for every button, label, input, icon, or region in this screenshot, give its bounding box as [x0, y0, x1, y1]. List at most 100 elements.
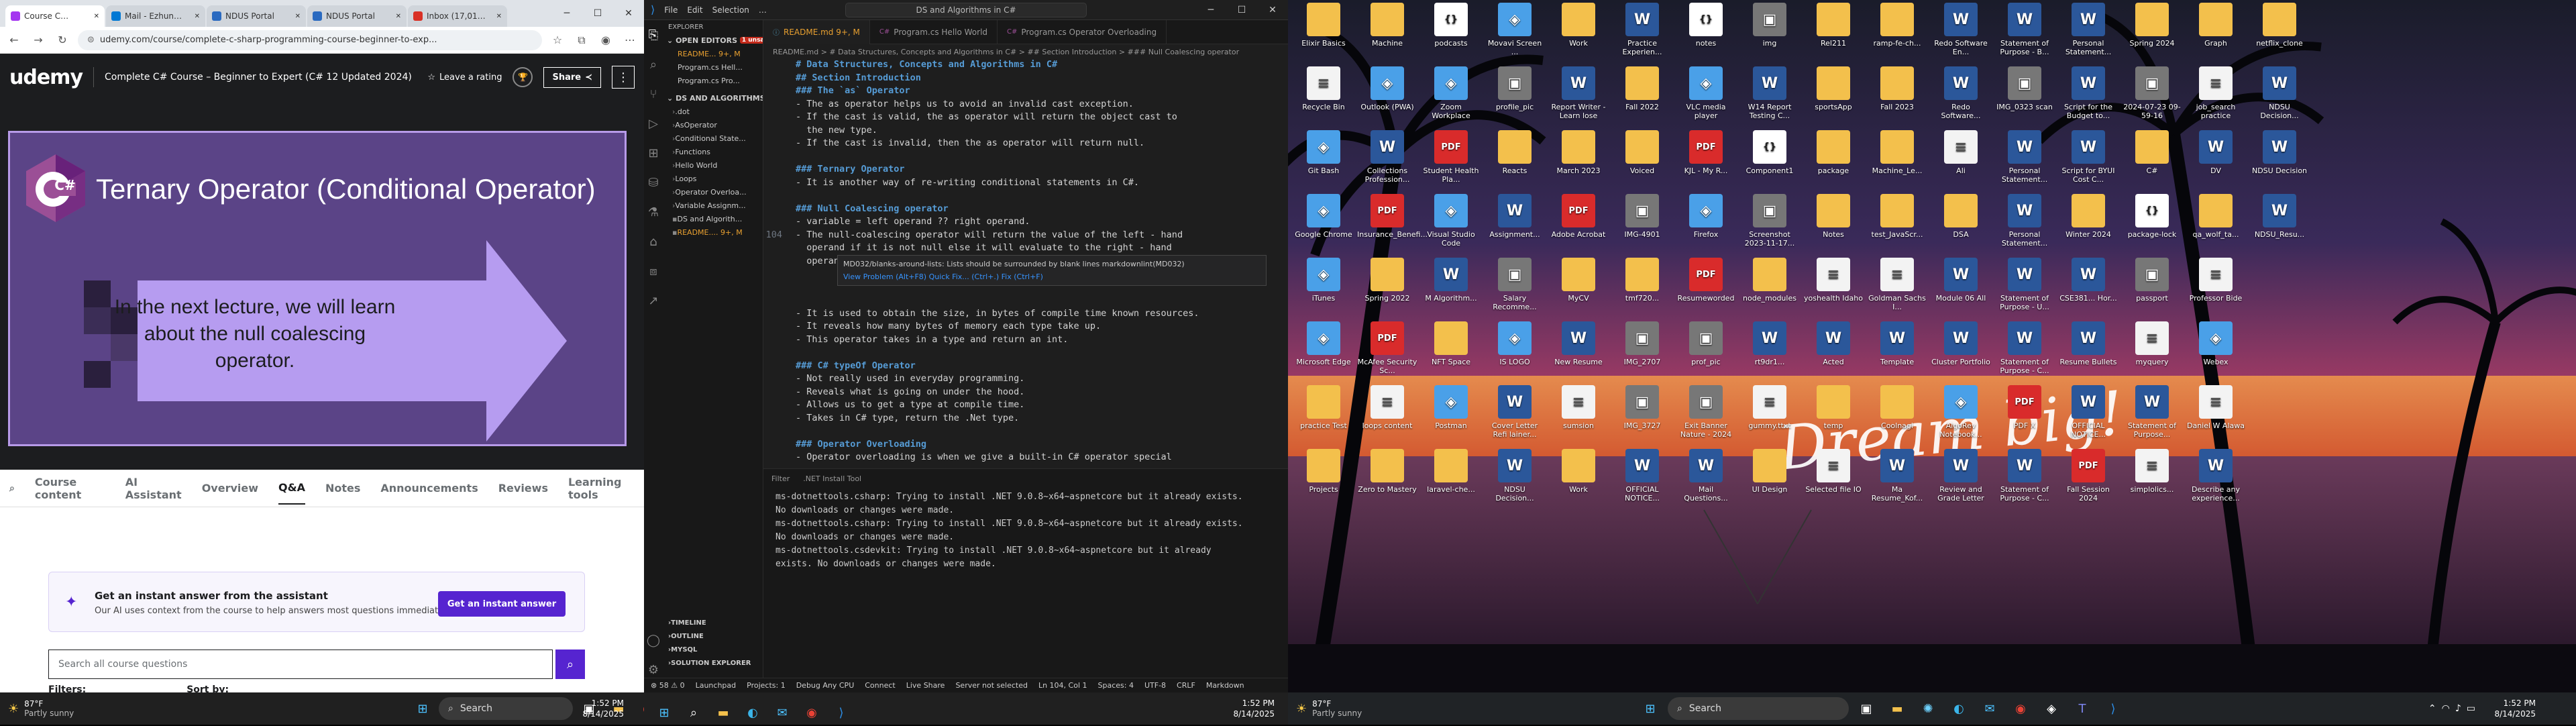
chrome-icon[interactable]: ◉ [2007, 695, 2034, 722]
desktop-icon[interactable]: DSA [1931, 194, 1991, 239]
forward-icon[interactable]: → [30, 32, 47, 49]
open-editor-item[interactable]: README... 9+, M [663, 47, 763, 60]
system-tray[interactable]: ⌃ ◠ ♪ ▭ [2428, 703, 2475, 714]
instant-answer-button[interactable]: Get an instant answer [438, 591, 566, 617]
course-tab-learning-tools[interactable]: Learning tools [568, 476, 635, 501]
bookmark-star-icon[interactable]: ☆ [549, 32, 566, 49]
sidebar-section-solution-explorer[interactable]: › SOLUTION EXPLORER [663, 656, 763, 670]
desktop-icon[interactable]: ▣ img [1739, 3, 1800, 48]
desktop-icon[interactable]: ▣ IMG_3727 [1612, 385, 1672, 430]
desktop-icon[interactable]: W Assignment... [1485, 194, 1545, 239]
desktop-icon[interactable]: W Mail Questions... [1676, 449, 1736, 503]
desktop-icon[interactable]: ◈ Firefox [1676, 194, 1736, 239]
file-tree-item[interactable]: ▪ README.... 9+, M [663, 225, 763, 239]
desktop-icon[interactable]: Spring 2024 [2122, 3, 2182, 48]
open-editor-item[interactable]: Program.cs Hell... [663, 60, 763, 74]
desktop-icon[interactable]: W Cover Letter Refi lainer... [1485, 385, 1545, 439]
status-item[interactable]: Server not selected [955, 681, 1028, 690]
desktop-icon[interactable]: ◈ iTunes [1293, 258, 1354, 303]
desktop-icon[interactable]: Work [1548, 449, 1609, 494]
desktop-icon[interactable]: PDF KJL - My R... [1676, 130, 1736, 175]
open-editor-item[interactable]: Program.cs Pro... [663, 74, 763, 87]
desktop-icon[interactable]: ◈ IS LOGO [1485, 321, 1545, 366]
status-item[interactable]: Spaces: 4 [1098, 681, 1134, 690]
workspace-header[interactable]: ⌄ DS AND ALGORITHMS IN C# [663, 91, 763, 105]
desktop-icon[interactable]: ≡ loops content [1357, 385, 1417, 430]
desktop-icon[interactable]: ◈ Outlook (PWA) [1357, 66, 1417, 111]
browser-tab[interactable]: Inbox (17,01… ✕ [408, 5, 507, 27]
desktop-icon[interactable]: Voiced [1612, 130, 1672, 175]
question-search-button[interactable]: ⌕ [555, 650, 585, 679]
desktop-icon[interactable]: Work [1548, 3, 1609, 48]
desktop-icon[interactable]: ◈ Visual Studio Code [1421, 194, 1481, 248]
desktop-icon[interactable]: Coolnagi [1867, 385, 1927, 430]
desktop-icon[interactable]: PDF PDF X [1994, 385, 2055, 430]
desktop-icon[interactable]: ≡ Daniel W Alawa [2186, 385, 2246, 430]
desktop-icon[interactable]: ≡ job_search practice [2186, 66, 2246, 120]
desktop-icon[interactable]: PDF Insurance_Benefi... [1357, 194, 1428, 239]
minimize-icon[interactable]: ─ [551, 0, 582, 27]
desktop-icon[interactable]: {} notes [1676, 3, 1736, 48]
desktop-icon[interactable]: ▣ prof_pic [1676, 321, 1736, 366]
desktop-icon[interactable]: qa_wolf_ta... [2186, 194, 2246, 239]
question-search-input[interactable]: Search all course questions [48, 650, 553, 679]
desktop-icon[interactable]: MyCV [1548, 258, 1609, 303]
desktop-icon[interactable]: W Personal Statement... [1994, 130, 2055, 184]
browser-tab[interactable]: NDUS Portal ✕ [307, 5, 407, 27]
browser-tab[interactable]: NDUS Portal ✕ [207, 5, 306, 27]
course-tab-reviews[interactable]: Reviews [498, 482, 548, 495]
course-tab-course-content[interactable]: Course content [35, 476, 105, 501]
desktop-icon[interactable]: W DV [2186, 130, 2246, 175]
edge-icon[interactable]: ◐ [739, 699, 766, 726]
status-item[interactable]: Live Share [906, 681, 945, 690]
tab-close-icon[interactable]: ✕ [396, 13, 401, 20]
store-icon[interactable]: ◈ [2038, 695, 2065, 722]
maximize-icon[interactable]: ☐ [582, 0, 613, 27]
desktop-icon[interactable]: Machine [1357, 3, 1417, 48]
desktop-icon[interactable]: netflix_clone [2249, 3, 2310, 48]
desktop-icon[interactable]: W Personal Statement... [1994, 194, 2055, 248]
desktop-icon[interactable]: W Script for BYUI Cost C... [2058, 130, 2118, 184]
desktop-icon[interactable]: ramp-fe-ch... [1867, 3, 1927, 48]
editor-tab[interactable]: C# Program.cs Hello World [870, 19, 998, 44]
desktop-icon[interactable]: Spring 2022 [1357, 258, 1417, 303]
teams-icon[interactable]: T [2069, 695, 2096, 722]
weather-widget[interactable]: ☀ 87°F Partly sunny [1288, 699, 1362, 718]
course-title[interactable]: Complete C# Course – Beginner to Expert … [105, 72, 417, 83]
status-item[interactable]: Ln 104, Col 1 [1038, 681, 1087, 690]
desktop-icon[interactable]: W NDSU Decision... [2249, 66, 2310, 120]
chrome-icon[interactable]: ◉ [798, 699, 825, 726]
desktop-icon[interactable]: PDF Fall Session 2024 [2058, 449, 2118, 503]
lint-actions[interactable]: View Problem (Alt+F8) Quick Fix... (Ctrl… [843, 272, 1260, 281]
desktop-icon[interactable]: test_JavaScr... [1867, 194, 1927, 239]
desktop-icon[interactable]: Fall 2022 [1612, 66, 1672, 111]
desktop-icon[interactable]: ◈ VLC media player [1676, 66, 1736, 120]
close-icon[interactable]: ✕ [613, 0, 644, 27]
desktop-icon[interactable]: {} Component1 [1739, 130, 1800, 175]
desktop-icon[interactable]: W W14 Report Testing C... [1739, 66, 1800, 120]
desktop-icon[interactable]: ◈ Zoom Workplace [1421, 66, 1481, 120]
browser-tab[interactable]: Mail - Ezhun… ✕ [106, 5, 205, 27]
windows-start-icon[interactable]: ⊞ [651, 699, 678, 726]
desktop-icon[interactable]: Wrt9dr1... [1739, 321, 1800, 366]
desktop-icon[interactable]: {} package-lock [2122, 194, 2182, 239]
status-item[interactable]: Markdown [1206, 681, 1244, 690]
desktop-icon[interactable]: W M Algorithm... [1421, 258, 1481, 303]
desktop-icon[interactable]: temp [1803, 385, 1864, 430]
file-tree-item[interactable]: › Conditional State... [663, 132, 763, 145]
desktop-icon[interactable]: Machine_Le... [1867, 130, 1927, 175]
course-tab-ai-assistant[interactable]: AI Assistant [125, 476, 182, 501]
desktop-icon[interactable]: ▣ IMG-4901 [1612, 194, 1672, 239]
sidebar-section-timeline[interactable]: › TIMELINE [663, 616, 763, 629]
desktop-icon[interactable]: laravel-che... [1421, 449, 1481, 494]
desktop-icon[interactable]: W Practice Experien... [1612, 3, 1672, 56]
desktop-icon[interactable]: ≡ sumsion [1548, 385, 1609, 430]
status-item[interactable]: ⊗ 58 ⚠ 0 [651, 681, 685, 690]
file-tree-item[interactable]: › .dot [663, 105, 763, 118]
wifi-icon[interactable]: ◠ [2442, 703, 2450, 714]
desktop-icon[interactable]: W NDSU Decision... [1485, 449, 1545, 503]
panel-tab[interactable]: .NET Install Tool [803, 474, 861, 483]
desktop-icon[interactable]: Notes [1803, 194, 1864, 239]
desktop-icon[interactable]: W Report Writer - Learn lose [1548, 66, 1609, 120]
desktop-icon[interactable]: ◈ Git Bash [1293, 130, 1354, 175]
